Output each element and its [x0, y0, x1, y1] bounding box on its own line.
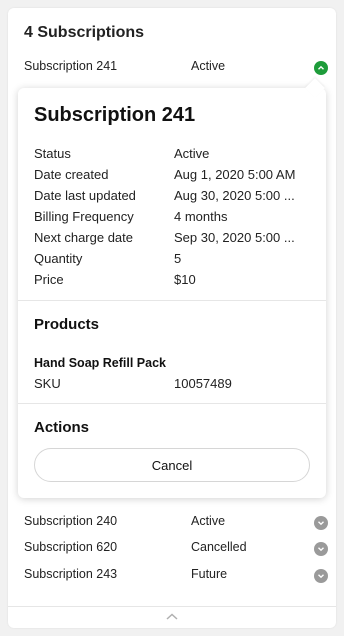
chevron-down-icon[interactable]	[314, 569, 328, 583]
subscription-name: Subscription 241	[24, 59, 118, 73]
cancel-button[interactable]: Cancel	[34, 448, 310, 482]
detail-value: Aug 1, 2020 5:00 AM	[174, 167, 296, 182]
detail-row-date-created: Date created Aug 1, 2020 5:00 AM	[34, 167, 314, 185]
product-sku-row: SKU 10057489	[34, 376, 314, 394]
detail-row-date-updated: Date last updated Aug 30, 2020 5:00 ...	[34, 188, 314, 206]
chevron-up-icon[interactable]	[165, 612, 179, 622]
chevron-up-icon[interactable]	[314, 61, 328, 75]
subscription-status: Active	[191, 514, 226, 528]
subscription-name: Subscription 243	[24, 567, 118, 581]
detail-row-quantity: Quantity 5	[34, 251, 314, 269]
detail-label: Price	[34, 272, 64, 287]
detail-value: 4 months	[174, 209, 228, 224]
detail-value: $10	[174, 272, 196, 287]
subscription-status: Cancelled	[191, 540, 247, 554]
chevron-down-icon[interactable]	[314, 542, 328, 556]
chevron-down-icon[interactable]	[314, 516, 328, 530]
subscription-name: Subscription 240	[24, 514, 118, 528]
detail-label: Status	[34, 146, 71, 161]
section-divider	[18, 300, 326, 301]
detail-row-price: Price $10	[34, 272, 314, 290]
detail-value: Active	[174, 146, 210, 161]
popover-arrow	[305, 78, 325, 98]
detail-label: Next charge date	[34, 230, 134, 245]
subscription-status: Active	[191, 59, 226, 73]
detail-value: 5	[174, 251, 182, 266]
subscription-row[interactable]: Subscription 620 Cancelled	[24, 538, 328, 558]
detail-label: Quantity	[34, 251, 83, 266]
detail-label: Date created	[34, 167, 109, 182]
sku-value: 10057489	[174, 376, 232, 391]
detail-label: Date last updated	[34, 188, 136, 203]
products-title: Products	[34, 316, 100, 333]
detail-label: Billing Frequency	[34, 209, 134, 224]
subscription-name: Subscription 620	[24, 540, 118, 554]
subscriptions-panel: 4 Subscriptions Subscription 241 Active …	[8, 8, 336, 628]
panel-title: 4 Subscriptions	[24, 24, 145, 41]
subscription-row[interactable]: Subscription 240 Active	[24, 512, 328, 532]
detail-row-billing-frequency: Billing Frequency 4 months	[34, 209, 314, 227]
subscription-details-popover: Subscription 241 Status Active Date crea…	[18, 78, 326, 498]
detail-value: Aug 30, 2020 5:00 ...	[174, 188, 295, 203]
detail-row-status: Status Active	[34, 146, 314, 164]
detail-row-next-charge: Next charge date Sep 30, 2020 5:00 ...	[34, 230, 314, 248]
subscription-row[interactable]: Subscription 241 Active	[24, 57, 328, 77]
details-title: Subscription 241	[34, 104, 196, 126]
subscription-status: Future	[191, 567, 228, 581]
subscription-row[interactable]: Subscription 243 Future	[24, 565, 328, 585]
section-divider	[18, 403, 326, 404]
sku-label: SKU	[34, 376, 61, 391]
product-name: Hand Soap Refill Pack	[34, 356, 166, 370]
detail-value: Sep 30, 2020 5:00 ...	[174, 230, 295, 245]
footer-divider	[8, 606, 336, 607]
actions-title: Actions	[34, 419, 90, 436]
